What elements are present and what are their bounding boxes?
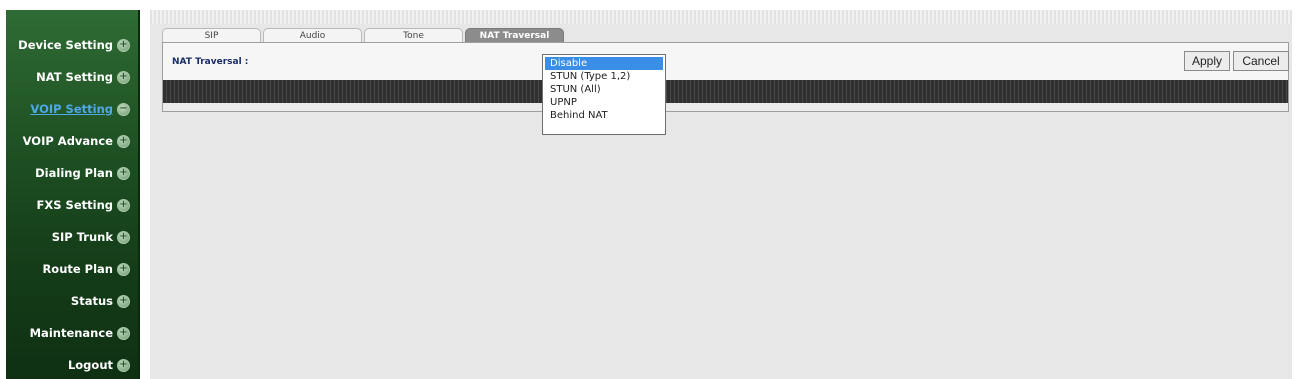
tab-audio[interactable]: Audio xyxy=(263,28,362,42)
sidebar-item-status[interactable]: Status + xyxy=(71,290,130,312)
tab-nat-traversal[interactable]: NAT Traversal xyxy=(465,28,564,42)
sidebar-item-label: Status xyxy=(70,294,113,308)
sidebar-item-fxs-setting[interactable]: FXS Setting + xyxy=(37,194,130,216)
plus-circle-icon[interactable]: + xyxy=(117,166,130,180)
sidebar-item-label: Logout xyxy=(67,358,113,372)
plus-circle-icon[interactable]: + xyxy=(117,70,130,84)
plus-circle-icon[interactable]: + xyxy=(117,358,130,372)
sidebar-item-label: VOIP Setting xyxy=(30,102,113,116)
dropdown-option-stun-type-1-2[interactable]: STUN (Type 1,2) xyxy=(545,70,663,83)
nat-settings-panel: NAT Traversal : xyxy=(162,42,1289,112)
plus-circle-icon[interactable]: + xyxy=(117,134,130,148)
sidebar-item-label: SIP Trunk xyxy=(51,230,113,244)
sidebar-item-device-setting[interactable]: Device Setting + xyxy=(18,34,130,56)
dropdown-option-stun-all[interactable]: STUN (All) xyxy=(545,83,663,96)
sidebar-item-label: Device Setting xyxy=(18,38,113,52)
plus-circle-icon[interactable]: + xyxy=(117,230,130,244)
sidebar-item-label: NAT Setting xyxy=(36,70,113,84)
sidebar-item-maintenance[interactable]: Maintenance + xyxy=(30,322,130,344)
top-banner-strip xyxy=(150,10,1292,24)
sidebar-item-sip-trunk[interactable]: SIP Trunk + xyxy=(52,226,130,248)
sidebar-item-label: VOIP Advance xyxy=(22,134,113,148)
main-panel: SIP Audio Tone NAT Traversal NAT Travers… xyxy=(150,10,1292,379)
apply-button[interactable]: Apply xyxy=(1184,51,1230,71)
nat-traversal-label: NAT Traversal : xyxy=(172,57,249,67)
dropdown-option-disable[interactable]: Disable xyxy=(545,57,663,70)
action-bar xyxy=(163,80,1288,103)
sidebar-item-label: FXS Setting xyxy=(36,198,113,212)
sidebar-item-voip-advance[interactable]: VOIP Advance + xyxy=(23,130,130,152)
nat-field-row: NAT Traversal : xyxy=(163,43,1288,80)
sidebar-item-dialing-plan[interactable]: Dialing Plan + xyxy=(35,162,130,184)
tab-sip[interactable]: SIP xyxy=(162,28,261,42)
nat-traversal-dropdown[interactable]: Disable STUN (Type 1,2) STUN (All) UPNP … xyxy=(542,54,666,135)
sidebar: Device Setting + NAT Setting + VOIP Sett… xyxy=(6,10,140,379)
sidebar-item-nat-setting[interactable]: NAT Setting + xyxy=(36,66,130,88)
plus-circle-icon[interactable]: + xyxy=(117,262,130,276)
plus-circle-icon[interactable]: + xyxy=(117,198,130,212)
tab-tone[interactable]: Tone xyxy=(364,28,463,42)
dropdown-option-behind-nat[interactable]: Behind NAT xyxy=(545,109,663,122)
sidebar-item-label: Maintenance xyxy=(29,326,113,340)
plus-circle-icon[interactable]: + xyxy=(117,326,130,340)
cancel-button[interactable]: Cancel xyxy=(1233,51,1289,71)
sidebar-item-label: Route Plan xyxy=(42,262,113,276)
sidebar-item-route-plan[interactable]: Route Plan + xyxy=(42,258,130,280)
plus-circle-icon[interactable]: + xyxy=(117,294,130,308)
dropdown-option-upnp[interactable]: UPNP xyxy=(545,96,663,109)
sidebar-item-logout[interactable]: Logout + xyxy=(68,354,130,376)
plus-circle-icon[interactable]: + xyxy=(117,38,130,52)
sidebar-item-voip-setting[interactable]: VOIP Setting − xyxy=(30,98,130,120)
minus-circle-icon[interactable]: − xyxy=(117,102,130,116)
sidebar-item-label: Dialing Plan xyxy=(35,166,113,180)
